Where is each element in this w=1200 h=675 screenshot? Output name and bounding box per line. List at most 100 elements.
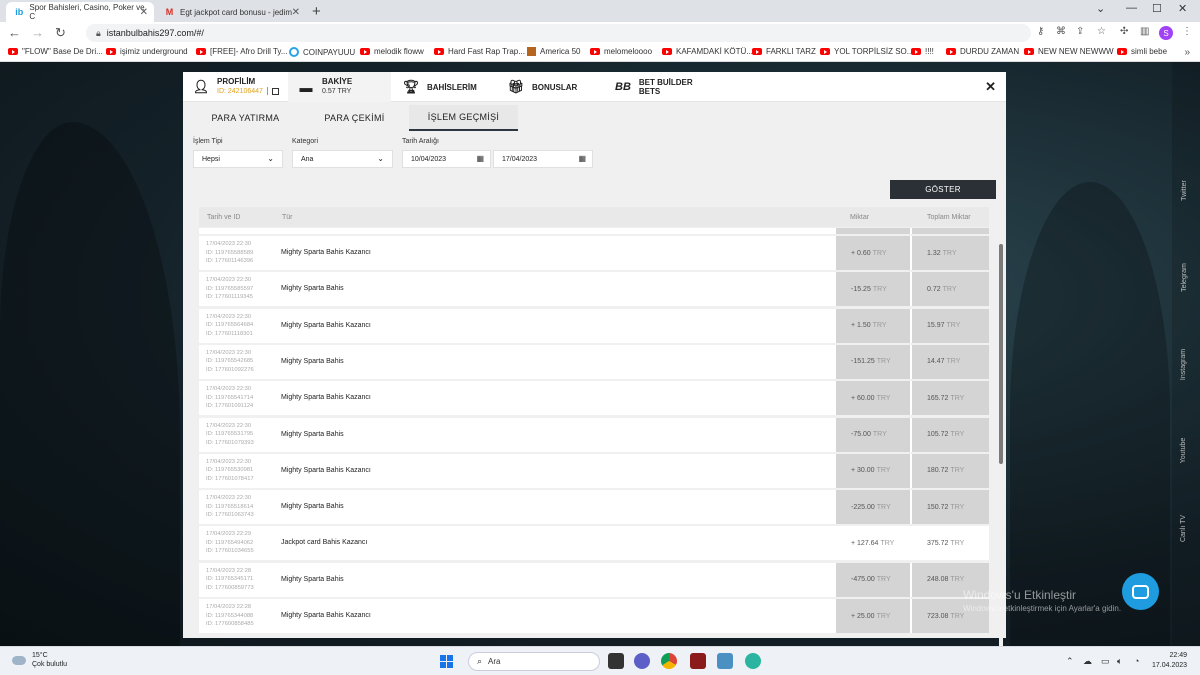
table-row[interactable]: 17/04/2023 22:30 ID: 119765564684 ID: 1776… [199,308,989,343]
browser-tabbar: ib Spor Bahisleri, Casino, Poker ve C ✕ … [0,0,1200,22]
browser-tab-active[interactable]: ib Spor Bahisleri, Casino, Poker ve C ✕ [6,2,154,22]
profile-avatar[interactable]: S [1159,26,1173,40]
category-select[interactable]: Ana ⌄ [292,150,393,168]
table-row[interactable]: 17/04/2023 22:30 ID: 119765541714 ID: 1776… [199,381,989,416]
bookmark-item[interactable]: !!!! [911,47,934,56]
tab-bet-builder[interactable]: BB BET BUİLDER BETS [605,72,715,102]
volume-icon[interactable]: 🔈︎ [1117,656,1122,667]
system-clock[interactable]: 22:49 17.04.2023 [1152,651,1187,671]
battery-icon[interactable]: ▭ [1101,656,1110,667]
network-app-icon[interactable] [745,653,761,669]
table-row[interactable]: 17/04/2023 22:30 ID: 119765518614 ID: 1776… [199,490,989,525]
social-link-twitter[interactable]: Twitter [1172,160,1196,220]
total-cell: 15.97 TRY [912,308,989,343]
table-row[interactable]: 17/04/2023 22:29 ID: 119765494062 ID: 1776… [199,526,989,561]
show-button[interactable]: GÖSTER [890,180,996,199]
key-icon[interactable]: ⚷ [1037,26,1044,37]
subtab-history[interactable]: İŞLEM GEÇMİŞİ [409,105,518,131]
user-id: ID: 242106447 [217,88,263,95]
transaction-type-select[interactable]: Hepsi ⌄ [193,150,283,168]
bookmark-item[interactable]: Hard Fast Rap Trap... [434,47,525,56]
close-window-icon[interactable]: ✕ [1178,2,1187,15]
table-row[interactable]: 17/04/2023 22:30 ID: 119765542685 ID: 1776… [199,344,989,379]
total-value: 105.72 [927,431,949,438]
game-app-icon[interactable] [690,653,706,669]
bookmark-item[interactable]: KAFAMDAKİ KÖTÜ... [662,47,753,56]
table-row[interactable]: 17/04/2023 22:28 ID: 119765345171 ID: 1776… [199,562,989,597]
date-to-input[interactable]: 17/04/2023 ▦ [493,150,593,168]
social-link-live-tv[interactable]: Canlı TV [1172,498,1196,558]
bookmark-item[interactable]: NEW NEW NEWWW [1024,47,1114,56]
tab-bonuses[interactable]: 🎁︎ BONUSLAR [498,72,603,102]
weather-widget[interactable]: 15°C Çok bulutlu [12,651,67,669]
wifi-icon[interactable]: ◔ [1134,656,1139,666]
bookmark-item[interactable]: DURDU ZAMAN [946,47,1019,56]
tab-balance[interactable]: ▬ BAKİYE 0.57 TRY [288,72,391,102]
bookmark-item[interactable]: melomeloooo [590,47,652,56]
task-view-icon[interactable] [608,653,624,669]
tab-profile[interactable]: 👤︎ PROFİLİM ID: 242106447 [183,72,288,102]
minimize-icon[interactable]: — [1126,2,1137,14]
tab-my-bets[interactable]: 🏆︎ BAHİSLERİM [393,72,498,102]
bookmarks-more-icon[interactable]: » [1184,47,1190,58]
table-row[interactable]: 17/04/2023 22:30 ID: 119765531795 ID: 1776… [199,417,989,452]
share-icon[interactable]: ⇪ [1076,26,1084,37]
social-link-instagram[interactable]: Instagram [1172,334,1196,394]
bookmark-item[interactable]: FARKLI TARZ [752,47,816,56]
social-link-youtube[interactable]: Youtube [1172,420,1196,480]
browser-tab[interactable]: M Egt jackpot card bonusu - jedim ✕ [156,2,306,22]
translate-icon[interactable]: ⌘ [1056,26,1066,37]
chart-app-icon[interactable] [717,653,733,669]
total-cell: 0.72 TRY [912,272,989,307]
bookmark-item[interactable]: işimiz underground [106,47,188,56]
bookmark-item[interactable]: simli bebe [1117,47,1167,56]
table-row[interactable]: 17/04/2023 22:28 ID: 119765344088 ID: 1776… [199,599,989,633]
copy-icon[interactable] [271,87,279,95]
tab-close-icon[interactable]: ✕ [140,7,148,18]
table-row[interactable]: 17/04/2023 22:30 ID: 119765530981 ID: 1776… [199,453,989,488]
new-tab-icon[interactable]: + [312,3,321,20]
youtube-icon [1117,48,1127,55]
bookmark-item[interactable]: COINPAYUUU [289,47,355,57]
chrome-icon[interactable] [661,653,677,669]
table-row[interactable]: 17/04/2023 22:30 ID: 119765585597 ID: 1776… [199,272,989,307]
bookmark-item[interactable]: [FREE]- Afro Drill Ty... [196,47,288,56]
tray-chevron-icon[interactable]: ⌃ [1066,656,1074,667]
chat-app-icon[interactable] [634,653,650,669]
header-total: Toplam Miktar [927,214,971,221]
taskbar-search[interactable]: ⌕ Ara [468,652,600,671]
amount-cell: + 25.00 TRY [836,599,910,633]
close-modal-icon[interactable]: ✕ [985,79,996,95]
tab-close-icon[interactable]: ✕ [292,7,300,18]
maximize-icon[interactable]: ☐ [1152,2,1162,15]
tab-search-icon[interactable]: ⌄ [1096,2,1105,15]
row-meta: 17/04/2023 22:30 ID: 119765588589 ID: 1776… [206,240,253,266]
row-date: 17/04/2023 22:30 [206,277,252,284]
bookmark-item[interactable]: "FLOW" Base De Dri... [8,47,103,56]
bookmark-item[interactable]: America 50 [527,47,580,56]
subtab-withdraw[interactable]: PARA ÇEKİMİ [300,105,409,131]
side-panel-icon[interactable]: ▥ [1140,26,1149,37]
live-chat-button[interactable] [1122,573,1159,610]
separator [266,87,268,96]
back-icon[interactable]: ← [8,25,21,40]
onedrive-icon[interactable]: ☁︎ [1083,656,1092,667]
menu-kebab-icon[interactable]: ⋮ [1182,26,1192,37]
bookmark-star-icon[interactable]: ☆ [1097,26,1106,37]
extensions-icon[interactable]: ✣ [1120,26,1128,37]
social-link-telegram[interactable]: Telegram [1172,247,1196,307]
table-row[interactable] [199,228,989,234]
forward-icon[interactable]: → [31,25,44,40]
amount-value: + 25.00 [851,612,875,620]
reload-icon[interactable]: ↻ [55,25,66,41]
bookmark-item[interactable]: YOL TORPİLSİZ SO... [820,47,913,56]
table-row[interactable]: 17/04/2023 22:30 ID: 119765588589 ID: 1776… [199,236,989,270]
date-from-input[interactable]: 10/04/2023 ▦ [402,150,491,168]
url-bar[interactable]: 🔒︎ istanbulbahis297.com/#/ [86,24,1031,42]
subtab-deposit[interactable]: PARA YATIRMA [191,105,300,131]
calendar-icon[interactable]: ▦ [476,154,484,163]
calendar-icon[interactable]: ▦ [578,154,586,163]
bookmark-item[interactable]: melodik floww [360,47,424,56]
windows-start-icon[interactable] [440,655,453,668]
scrollbar-thumb[interactable] [999,244,1003,464]
